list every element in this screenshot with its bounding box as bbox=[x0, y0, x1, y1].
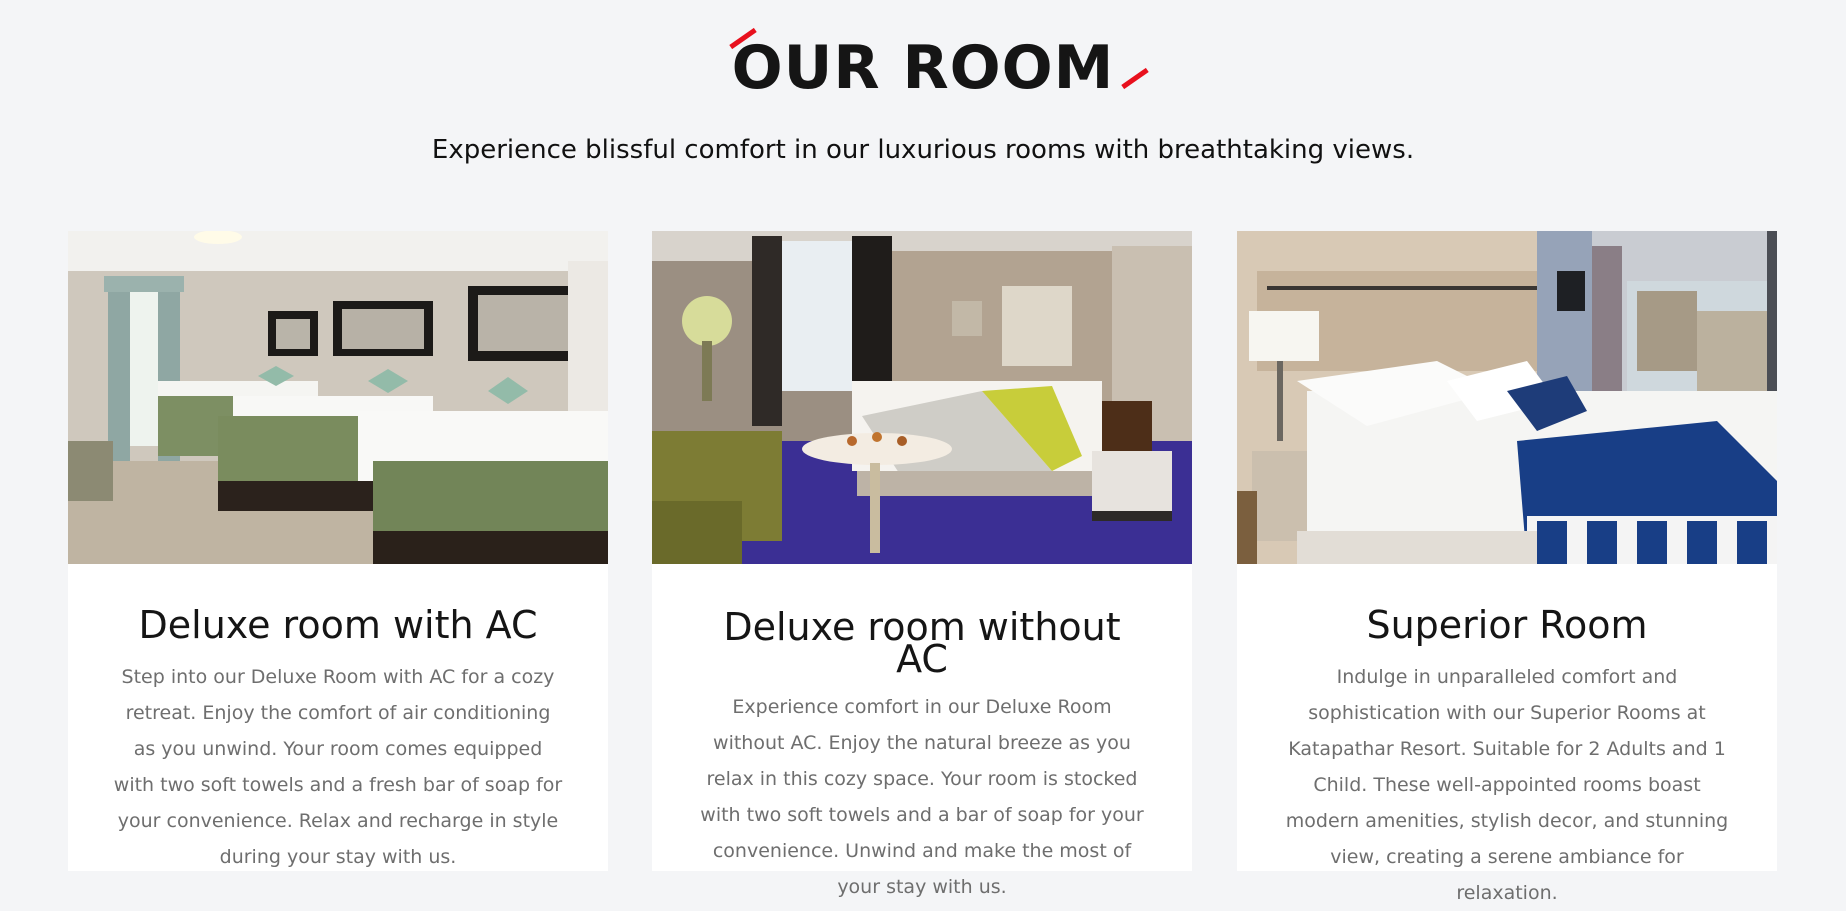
title-accent-slash-right bbox=[1121, 67, 1150, 90]
room-description: Step into our Deluxe Room with AC for a … bbox=[113, 666, 563, 868]
room-card-deluxe-no-ac[interactable]: Deluxe room without AC Experience comfor… bbox=[652, 231, 1192, 898]
room-description: Experience comfort in our Deluxe Room wi… bbox=[700, 696, 1144, 898]
section-title-wrap: OUR ROOM bbox=[0, 27, 1846, 108]
section-title-text: OUR ROOM bbox=[731, 33, 1115, 103]
room-title: Deluxe room with AC bbox=[138, 603, 538, 647]
room-title: Deluxe room without AC bbox=[723, 605, 1121, 681]
room-card-deluxe-ac[interactable]: Deluxe room with AC Step into our Deluxe… bbox=[68, 231, 608, 871]
room-card-superior[interactable]: Superior Room Indulge in unparalleled co… bbox=[1237, 231, 1777, 904]
room-title: Superior Room bbox=[1366, 603, 1648, 647]
room-photo[interactable] bbox=[1237, 231, 1777, 564]
room-description: Indulge in unparalleled comfort and soph… bbox=[1285, 666, 1729, 904]
section-title: OUR ROOM bbox=[728, 27, 1150, 108]
room-photo[interactable] bbox=[652, 231, 1192, 564]
room-photo[interactable] bbox=[68, 231, 608, 564]
section-subtitle: Experience blissful comfort in our luxur… bbox=[431, 135, 1415, 165]
